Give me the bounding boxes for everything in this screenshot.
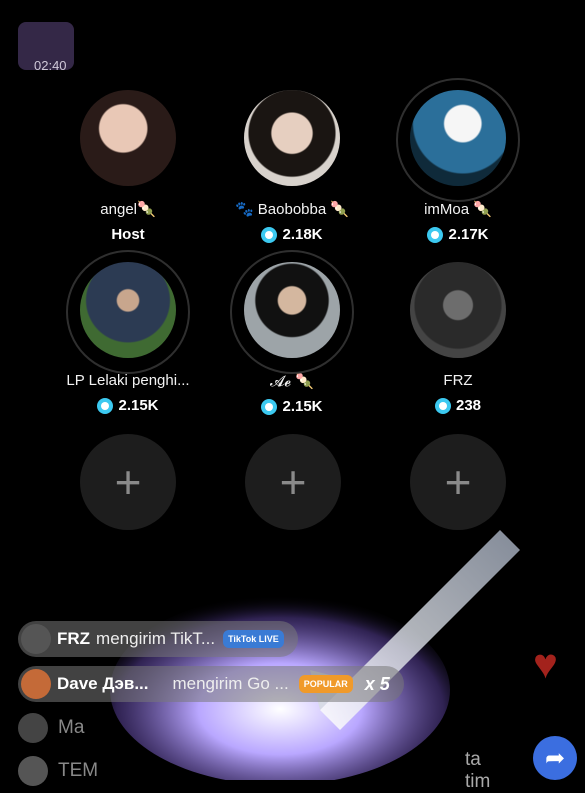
coin-icon	[97, 397, 114, 414]
avatar	[21, 624, 51, 654]
seat-name: FRZ	[443, 372, 473, 389]
share-icon[interactable]: ➦	[533, 736, 577, 780]
seat-name: LP Lelaki penghi...	[66, 372, 190, 389]
gift-sender: FRZ	[57, 629, 91, 648]
seat-name: imMoa 🍡	[424, 201, 492, 218]
avatar	[18, 756, 48, 786]
seat-name: 𝓐𝓮 🍡	[270, 373, 314, 390]
speaking-ring	[396, 78, 520, 202]
seat-host[interactable]: angel🍡 Host	[48, 88, 208, 243]
multi-guest-grid: angel🍡 Host 🐾 Baobobba 🍡 2.18K imMoa 🍡 2…	[0, 0, 585, 560]
comment-text: ta tim	[465, 749, 491, 792]
coin-icon	[427, 226, 444, 243]
seat-name: angel🍡	[100, 201, 156, 218]
seat-score: 238	[378, 397, 538, 414]
coin-icon	[261, 226, 278, 243]
comment-user: Ma	[58, 717, 85, 738]
score-value: 238	[455, 397, 482, 414]
gift-notification[interactable]: Dave Дэв... mengirim Go ... POPULAR x 5	[18, 666, 404, 702]
speaking-ring	[230, 250, 354, 374]
add-seat-button[interactable]: +	[245, 434, 341, 530]
score-value: 2.15K	[282, 398, 323, 415]
seat-guest-5[interactable]: FRZ 238	[378, 260, 538, 414]
popular-gift-icon: POPULAR	[298, 675, 353, 693]
avatar	[18, 713, 48, 743]
gift-count: x 5	[364, 673, 390, 694]
seat-name: 🐾 Baobobba 🍡	[234, 201, 350, 218]
seat-guest-1[interactable]: 🐾 Baobobba 🍡 2.18K	[212, 88, 372, 243]
coin-icon	[261, 398, 278, 415]
avatar	[80, 90, 176, 186]
avatar	[410, 262, 506, 358]
avatar	[21, 669, 51, 699]
speaking-ring	[66, 250, 190, 374]
heart-icon[interactable]: ♥	[533, 640, 558, 688]
seat-guest-2[interactable]: imMoa 🍡 2.17K	[378, 78, 538, 243]
seat-score: 2.18K	[212, 226, 372, 243]
score-value: 2.15K	[118, 397, 159, 414]
add-seat-button[interactable]: +	[410, 434, 506, 530]
host-label: Host	[111, 226, 145, 243]
comment-row: Ma	[18, 713, 84, 743]
score-value: 2.17K	[448, 226, 489, 243]
gift-text: mengirim Go ...	[172, 674, 289, 693]
seat-guest-4[interactable]: 𝓐𝓮 🍡 2.15K	[212, 250, 372, 415]
seat-score: 2.15K	[212, 398, 372, 415]
score-value: 2.18K	[282, 226, 323, 243]
tiktok-live-gift-icon: TikTok LIVE	[223, 630, 284, 648]
coin-icon	[434, 397, 451, 414]
avatar	[244, 90, 340, 186]
seat-score: 2.17K	[378, 226, 538, 243]
comment-user: TEM	[58, 760, 99, 781]
gift-text: mengirim TikT...	[96, 629, 216, 648]
comment-row: TEM ta tim	[18, 749, 490, 792]
gift-notification[interactable]: FRZ mengirim TikT... TikTok LIVE	[18, 621, 298, 657]
seat-guest-3[interactable]: LP Lelaki penghi... 2.15K	[48, 250, 208, 414]
seat-score: 2.15K	[48, 397, 208, 414]
gift-sender: Dave Дэв...	[57, 674, 149, 693]
add-seat-button[interactable]: +	[80, 434, 176, 530]
